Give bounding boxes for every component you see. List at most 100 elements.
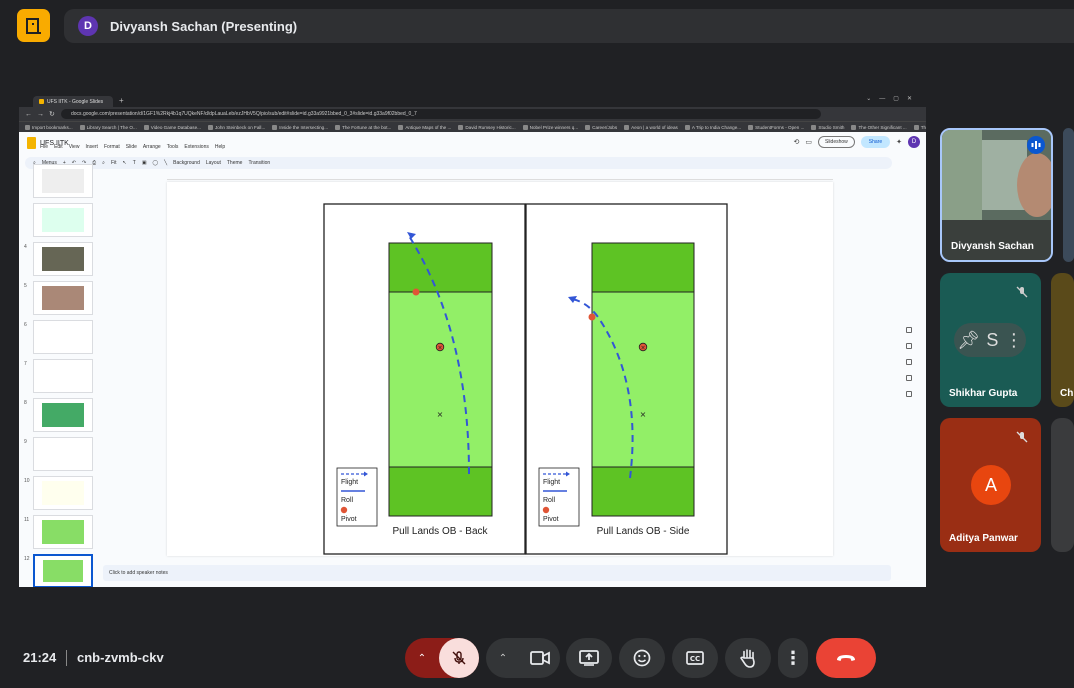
pin-icon[interactable]: 📌︎ (957, 330, 980, 351)
slide-thumbnail[interactable] (33, 554, 93, 587)
slideshow-button[interactable]: Slideshow (817, 136, 855, 148)
transition-button[interactable]: Transition (248, 160, 270, 166)
reactions-button[interactable] (619, 638, 665, 678)
back-icon[interactable]: ← (25, 111, 33, 118)
bookmark-item[interactable]: Library Search | The O... (79, 124, 137, 130)
layout-button[interactable]: Layout (206, 160, 221, 166)
current-slide[interactable]: × × Flight Roll Pivot Pull Lands OB - Ba… (167, 182, 833, 556)
gemini-icon[interactable]: ✦ (896, 138, 902, 146)
line-icon[interactable]: ╲ (164, 160, 167, 166)
tasks-icon[interactable] (906, 359, 912, 365)
participant-tile-divyansh[interactable]: Divyansh Sachan (940, 128, 1053, 262)
participant-tile-shikhar[interactable]: 📌︎ S ⋮ Shikhar Gupta (940, 273, 1041, 407)
shape-icon[interactable]: ◯ (153, 160, 159, 166)
meet-logo-icon[interactable] (17, 9, 50, 42)
camera-options-chevron-icon[interactable]: ⌃ (486, 653, 520, 664)
user-avatar[interactable]: D (908, 136, 920, 148)
bookmark-favicon-icon (913, 124, 919, 130)
camera-button[interactable] (520, 651, 560, 665)
background-button[interactable]: Background (173, 160, 200, 166)
select-icon[interactable]: ↖ (123, 160, 127, 166)
speaker-notes[interactable]: Click to add speaker notes (103, 565, 891, 581)
mic-off-button[interactable] (439, 638, 479, 678)
participant-tile-partial[interactable] (1063, 128, 1074, 262)
meeting-controls-bar: 21:24 cnb-zvmb-ckv ⌃ ⌃ CC ⋮ (0, 630, 1074, 688)
browser-tab[interactable]: UFS IITK - Google Slides (33, 96, 113, 107)
bookmark-item[interactable]: Studio Smith (811, 124, 844, 130)
raise-hand-button[interactable] (725, 638, 771, 678)
slide-number: 12 (24, 556, 30, 562)
keep-icon[interactable] (906, 343, 912, 349)
slide-thumbnail[interactable] (33, 281, 93, 315)
bookmark-favicon-icon (585, 124, 591, 130)
share-button[interactable]: Share (860, 136, 891, 148)
address-bar[interactable]: docs.google.com/presentation/d/1GF1%2Rkj… (61, 109, 821, 119)
contacts-icon[interactable] (906, 375, 912, 381)
image-icon[interactable]: ▣ (142, 160, 147, 166)
theme-button[interactable]: Theme (227, 160, 243, 166)
zoom-icon[interactable]: ⌕ (102, 160, 105, 166)
textbox-icon[interactable]: T (133, 160, 136, 166)
participant-tile-partial[interactable] (1051, 418, 1074, 552)
slides-logo-icon[interactable] (27, 137, 36, 149)
leave-call-button[interactable] (816, 638, 876, 678)
slide-thumbnail[interactable] (33, 242, 93, 276)
window-controls-icon[interactable]: ⌄—▢✕ (866, 95, 920, 102)
slide-thumbnail[interactable] (33, 476, 93, 510)
reload-icon[interactable]: ↻ (49, 110, 57, 118)
bookmark-item[interactable]: Aeon | a world of ideas (624, 124, 678, 130)
bookmark-item[interactable]: A Trip to India Change... (684, 124, 741, 130)
bookmark-item[interactable]: The Other Significant ... (851, 124, 907, 130)
bookmark-item[interactable]: Import bookmarks... (25, 124, 73, 130)
bookmark-item[interactable]: Inside the Intersecting... (272, 124, 328, 130)
zoom-fit-select[interactable]: Fit (111, 160, 117, 166)
comment-icon[interactable]: ▭ (805, 138, 812, 146)
menu-slide[interactable]: Slide (126, 144, 137, 150)
present-button[interactable] (566, 638, 612, 678)
slide-diagram: × × Flight Roll Pivot Pull Lands OB - Ba… (323, 203, 728, 555)
menu-format[interactable]: Format (104, 144, 120, 150)
calendar-icon[interactable] (906, 327, 912, 333)
menu-extensions[interactable]: Extensions (184, 144, 208, 150)
menu-tools[interactable]: Tools (167, 144, 179, 150)
slide-thumbnail[interactable] (33, 164, 93, 198)
participant-tile-aditya[interactable]: A Aditya Panwar (940, 418, 1041, 552)
maps-icon[interactable] (906, 391, 912, 397)
menu-help[interactable]: Help (215, 144, 225, 150)
bookmark-item[interactable]: Video Game Database... (143, 124, 201, 130)
menu-file[interactable]: File (40, 144, 48, 150)
bookmark-item[interactable]: StudentForms - Open ... (748, 124, 804, 130)
slide-thumbnail[interactable] (33, 515, 93, 549)
slide-thumbnail[interactable] (33, 437, 93, 471)
bookmark-item[interactable]: Career/Jobs (585, 124, 617, 130)
bookmark-item[interactable]: The Fortune at the bot... (335, 124, 391, 130)
presenter-label: Divyansh Sachan (Presenting) (110, 18, 298, 34)
bookmark-item[interactable]: John Steinbeck on Fall... (207, 124, 265, 130)
bookmark-item[interactable]: David Rumsey Historic... (458, 124, 516, 130)
new-tab-icon[interactable]: + (119, 96, 124, 105)
menu-view[interactable]: View (69, 144, 80, 150)
bookmark-item[interactable]: Antique Maps of the ... (398, 124, 451, 130)
bookmark-item[interactable]: The Monarchs: Music... (913, 124, 926, 130)
participant-name: Chi (1060, 388, 1074, 399)
menu-edit[interactable]: Edit (54, 144, 63, 150)
history-icon[interactable]: ⟲ (793, 138, 799, 146)
mic-options-chevron-icon[interactable]: ⌃ (405, 653, 439, 664)
slide-thumbnail[interactable] (33, 320, 93, 354)
slide-number: 11 (24, 517, 30, 523)
presenter-avatar: D (78, 16, 98, 36)
more-options-button[interactable]: ⋮ (778, 638, 808, 678)
slide-thumbnail[interactable] (33, 359, 93, 393)
bookmark-item[interactable]: Nobel Prize winners q... (522, 124, 578, 130)
slide-thumbnail[interactable] (33, 203, 93, 237)
menu-insert[interactable]: Insert (85, 144, 98, 150)
more-options-icon[interactable]: ⋮ (1005, 330, 1023, 351)
menu-arrange[interactable]: Arrange (143, 144, 161, 150)
tile-hover-controls: 📌︎ S ⋮ (954, 323, 1026, 357)
bookmark-favicon-icon (811, 124, 817, 130)
captions-button[interactable]: CC (672, 638, 718, 678)
slide-thumbnail[interactable] (33, 398, 93, 432)
presenting-banner[interactable]: D Divyansh Sachan (Presenting) (64, 9, 1074, 43)
participant-tile-chi[interactable]: Chi (1051, 273, 1074, 407)
forward-icon[interactable]: → (37, 111, 45, 118)
